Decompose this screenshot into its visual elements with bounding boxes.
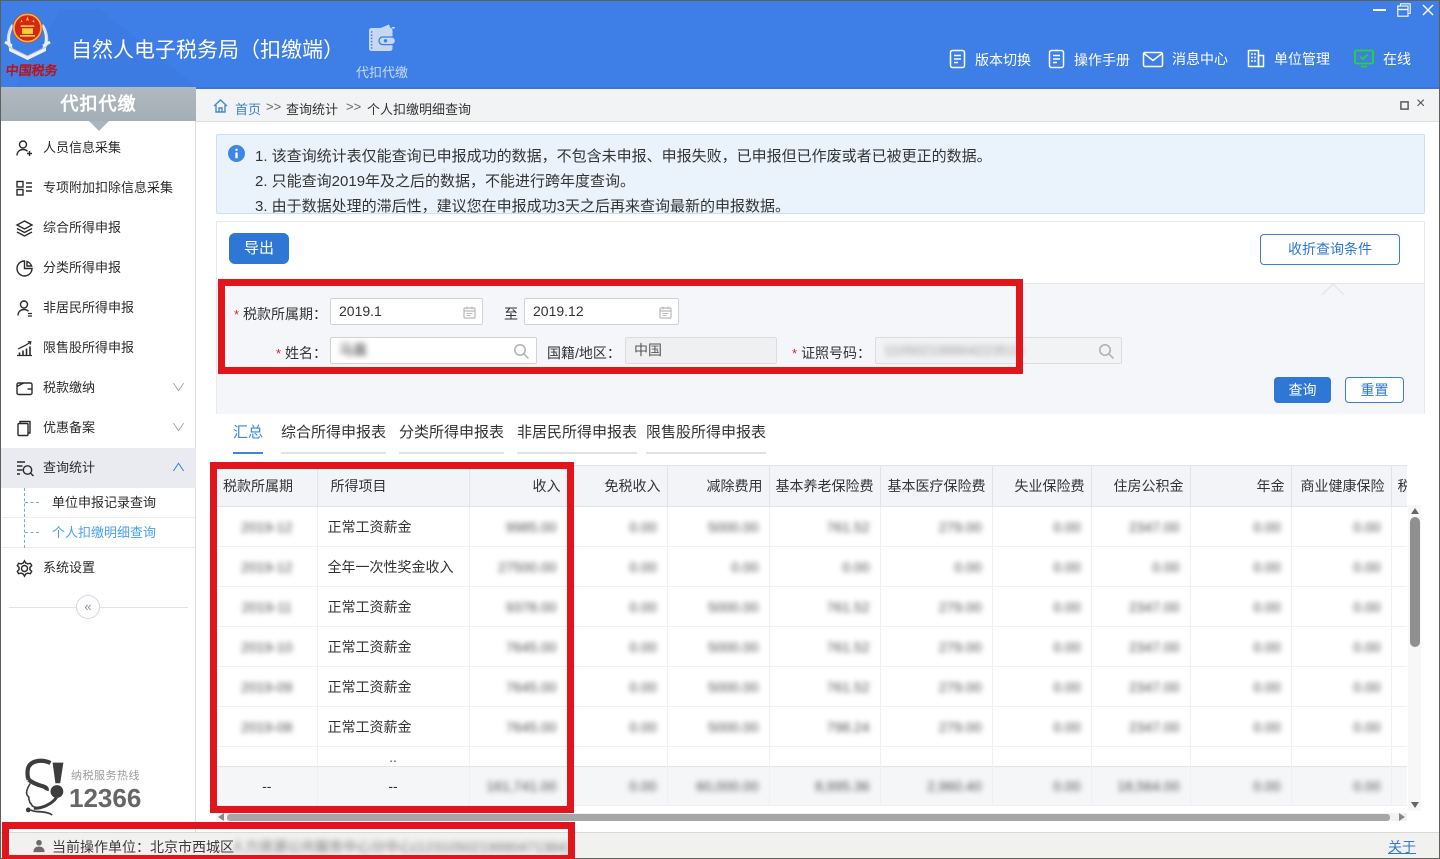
svg-text:中国税务: 中国税务: [5, 63, 59, 78]
